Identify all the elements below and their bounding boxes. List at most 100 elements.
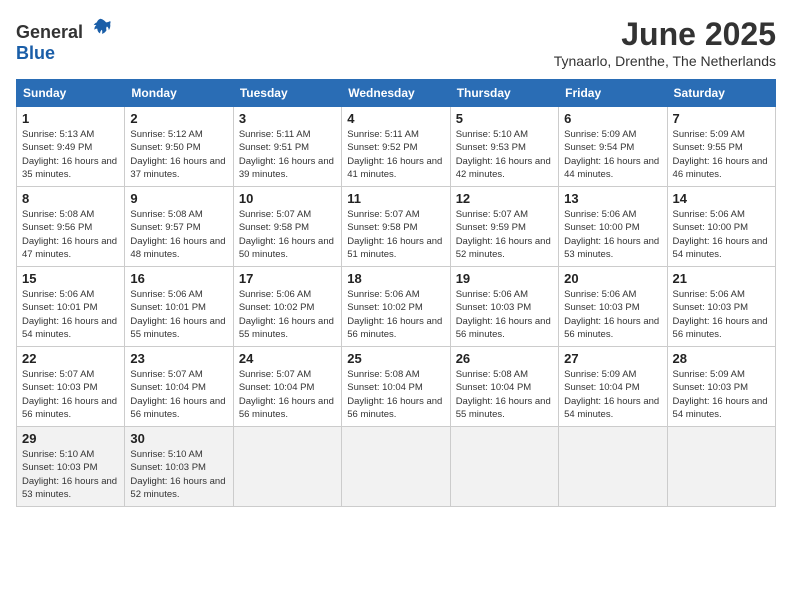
day-number: 10 — [239, 191, 336, 206]
day-number: 17 — [239, 271, 336, 286]
day-number: 11 — [347, 191, 444, 206]
calendar-cell: 22Sunrise: 5:07 AMSunset: 10:03 PMDaylig… — [17, 347, 125, 427]
day-info: Sunrise: 5:12 AMSunset: 9:50 PMDaylight:… — [130, 128, 227, 181]
day-info: Sunrise: 5:10 AMSunset: 10:03 PMDaylight… — [130, 448, 227, 501]
calendar-cell: 9Sunrise: 5:08 AMSunset: 9:57 PMDaylight… — [125, 187, 233, 267]
calendar-cell — [450, 427, 558, 507]
calendar-cell: 5Sunrise: 5:10 AMSunset: 9:53 PMDaylight… — [450, 107, 558, 187]
calendar-cell: 13Sunrise: 5:06 AMSunset: 10:00 PMDaylig… — [559, 187, 667, 267]
calendar-cell: 30 Sunrise: 5:10 AMSunset: 10:03 PMDaylig… — [125, 427, 233, 507]
weekday-header-cell: Thursday — [450, 80, 558, 107]
day-number: 14 — [673, 191, 770, 206]
calendar-cell: 3Sunrise: 5:11 AMSunset: 9:51 PMDaylight… — [233, 107, 341, 187]
day-info: Sunrise: 5:06 AMSunset: 10:01 PMDaylight… — [130, 288, 227, 341]
calendar-cell: 24 Sunrise: 5:07 AMSunset: 10:04 PMDaylig… — [233, 347, 341, 427]
day-number: 2 — [130, 111, 227, 126]
calendar-cell: 21 Sunrise: 5:06 AMSunset: 10:03 PMDaylig… — [667, 267, 775, 347]
day-number: 4 — [347, 111, 444, 126]
day-number: 12 — [456, 191, 553, 206]
day-number: 23 — [130, 351, 227, 366]
day-info: Sunrise: 5:07 AMSunset: 10:04 PMDaylight… — [130, 368, 227, 421]
day-info: Sunrise: 5:08 AMSunset: 10:04 PMDaylight… — [347, 368, 444, 421]
day-number: 28 — [673, 351, 770, 366]
calendar-cell — [559, 427, 667, 507]
calendar-cell: 6Sunrise: 5:09 AMSunset: 9:54 PMDaylight… — [559, 107, 667, 187]
day-number: 30 — [130, 431, 227, 446]
day-number: 26 — [456, 351, 553, 366]
day-info: Sunrise: 5:08 AMSunset: 9:56 PMDaylight:… — [22, 208, 119, 261]
header: General Blue June 2025 Tynaarlo, Drenthe… — [16, 16, 776, 69]
day-number: 25 — [347, 351, 444, 366]
day-info: Sunrise: 5:06 AMSunset: 10:00 PMDaylight… — [673, 208, 770, 261]
day-info: Sunrise: 5:07 AMSunset: 9:58 PMDaylight:… — [239, 208, 336, 261]
calendar-cell: 12 Sunrise: 5:07 AMSunset: 9:59 PMDayligh… — [450, 187, 558, 267]
day-info: Sunrise: 5:06 AMSunset: 10:01 PMDaylight… — [22, 288, 119, 341]
day-info: Sunrise: 5:06 AMSunset: 10:03 PMDaylight… — [564, 288, 661, 341]
calendar-cell: 20 Sunrise: 5:06 AMSunset: 10:03 PMDaylig… — [559, 267, 667, 347]
weekday-header-row: SundayMondayTuesdayWednesdayThursdayFrid… — [17, 80, 776, 107]
day-info: Sunrise: 5:13 AMSunset: 9:49 PMDaylight:… — [22, 128, 119, 181]
day-number: 20 — [564, 271, 661, 286]
calendar-cell: 29 Sunrise: 5:10 AMSunset: 10:03 PMDaylig… — [17, 427, 125, 507]
calendar-row: 8Sunrise: 5:08 AMSunset: 9:56 PMDaylight… — [17, 187, 776, 267]
calendar-cell: 26 Sunrise: 5:08 AMSunset: 10:04 PMDaylig… — [450, 347, 558, 427]
location-title: Tynaarlo, Drenthe, The Netherlands — [554, 53, 776, 69]
calendar-row: 22Sunrise: 5:07 AMSunset: 10:03 PMDaylig… — [17, 347, 776, 427]
calendar-cell: 27Sunrise: 5:09 AMSunset: 10:04 PMDaylig… — [559, 347, 667, 427]
calendar-cell: 16 Sunrise: 5:06 AMSunset: 10:01 PMDaylig… — [125, 267, 233, 347]
calendar-cell: 7 Sunrise: 5:09 AMSunset: 9:55 PMDaylight… — [667, 107, 775, 187]
day-info: Sunrise: 5:09 AMSunset: 9:54 PMDaylight:… — [564, 128, 661, 181]
calendar-cell — [667, 427, 775, 507]
day-info: Sunrise: 5:08 AMSunset: 10:04 PMDaylight… — [456, 368, 553, 421]
day-info: Sunrise: 5:06 AMSunset: 10:02 PMDaylight… — [239, 288, 336, 341]
day-info: Sunrise: 5:06 AMSunset: 10:03 PMDaylight… — [673, 288, 770, 341]
day-number: 13 — [564, 191, 661, 206]
day-info: Sunrise: 5:08 AMSunset: 9:57 PMDaylight:… — [130, 208, 227, 261]
calendar-row: 1 Sunrise: 5:13 AMSunset: 9:49 PMDaylight… — [17, 107, 776, 187]
day-info: Sunrise: 5:10 AMSunset: 9:53 PMDaylight:… — [456, 128, 553, 181]
day-number: 3 — [239, 111, 336, 126]
day-number: 1 — [22, 111, 119, 126]
day-number: 29 — [22, 431, 119, 446]
weekday-header-cell: Monday — [125, 80, 233, 107]
calendar-cell: 17 Sunrise: 5:06 AMSunset: 10:02 PMDaylig… — [233, 267, 341, 347]
month-title: June 2025 — [554, 16, 776, 53]
weekday-header-cell: Sunday — [17, 80, 125, 107]
day-info: Sunrise: 5:09 AMSunset: 10:04 PMDaylight… — [564, 368, 661, 421]
weekday-header-cell: Saturday — [667, 80, 775, 107]
calendar-cell — [342, 427, 450, 507]
logo-blue: Blue — [16, 43, 55, 63]
day-info: Sunrise: 5:06 AMSunset: 10:03 PMDaylight… — [456, 288, 553, 341]
day-number: 21 — [673, 271, 770, 286]
calendar-cell: 8Sunrise: 5:08 AMSunset: 9:56 PMDaylight… — [17, 187, 125, 267]
day-number: 22 — [22, 351, 119, 366]
weekday-header-cell: Wednesday — [342, 80, 450, 107]
day-info: Sunrise: 5:07 AMSunset: 9:59 PMDaylight:… — [456, 208, 553, 261]
weekday-header-cell: Friday — [559, 80, 667, 107]
calendar-cell: 23 Sunrise: 5:07 AMSunset: 10:04 PMDaylig… — [125, 347, 233, 427]
logo-general: General — [16, 22, 83, 42]
calendar-body: 1 Sunrise: 5:13 AMSunset: 9:49 PMDaylight… — [17, 107, 776, 507]
day-number: 24 — [239, 351, 336, 366]
day-info: Sunrise: 5:10 AMSunset: 10:03 PMDaylight… — [22, 448, 119, 501]
title-area: June 2025 Tynaarlo, Drenthe, The Netherl… — [554, 16, 776, 69]
day-info: Sunrise: 5:09 AMSunset: 9:55 PMDaylight:… — [673, 128, 770, 181]
calendar-cell: 28 Sunrise: 5:09 AMSunset: 10:03 PMDaylig… — [667, 347, 775, 427]
calendar-cell: 14 Sunrise: 5:06 AMSunset: 10:00 PMDaylig… — [667, 187, 775, 267]
day-number: 7 — [673, 111, 770, 126]
logo-text: General Blue — [16, 16, 112, 64]
calendar-cell: 4Sunrise: 5:11 AMSunset: 9:52 PMDaylight… — [342, 107, 450, 187]
day-info: Sunrise: 5:07 AMSunset: 10:04 PMDaylight… — [239, 368, 336, 421]
day-info: Sunrise: 5:09 AMSunset: 10:03 PMDaylight… — [673, 368, 770, 421]
calendar-cell — [233, 427, 341, 507]
weekday-header-cell: Tuesday — [233, 80, 341, 107]
day-number: 15 — [22, 271, 119, 286]
calendar-table: SundayMondayTuesdayWednesdayThursdayFrid… — [16, 79, 776, 507]
day-info: Sunrise: 5:06 AMSunset: 10:02 PMDaylight… — [347, 288, 444, 341]
day-number: 18 — [347, 271, 444, 286]
calendar-cell: 11Sunrise: 5:07 AMSunset: 9:58 PMDayligh… — [342, 187, 450, 267]
day-number: 19 — [456, 271, 553, 286]
calendar-cell: 15 Sunrise: 5:06 AMSunset: 10:01 PMDaylig… — [17, 267, 125, 347]
logo-bird-icon — [90, 16, 112, 38]
day-number: 16 — [130, 271, 227, 286]
